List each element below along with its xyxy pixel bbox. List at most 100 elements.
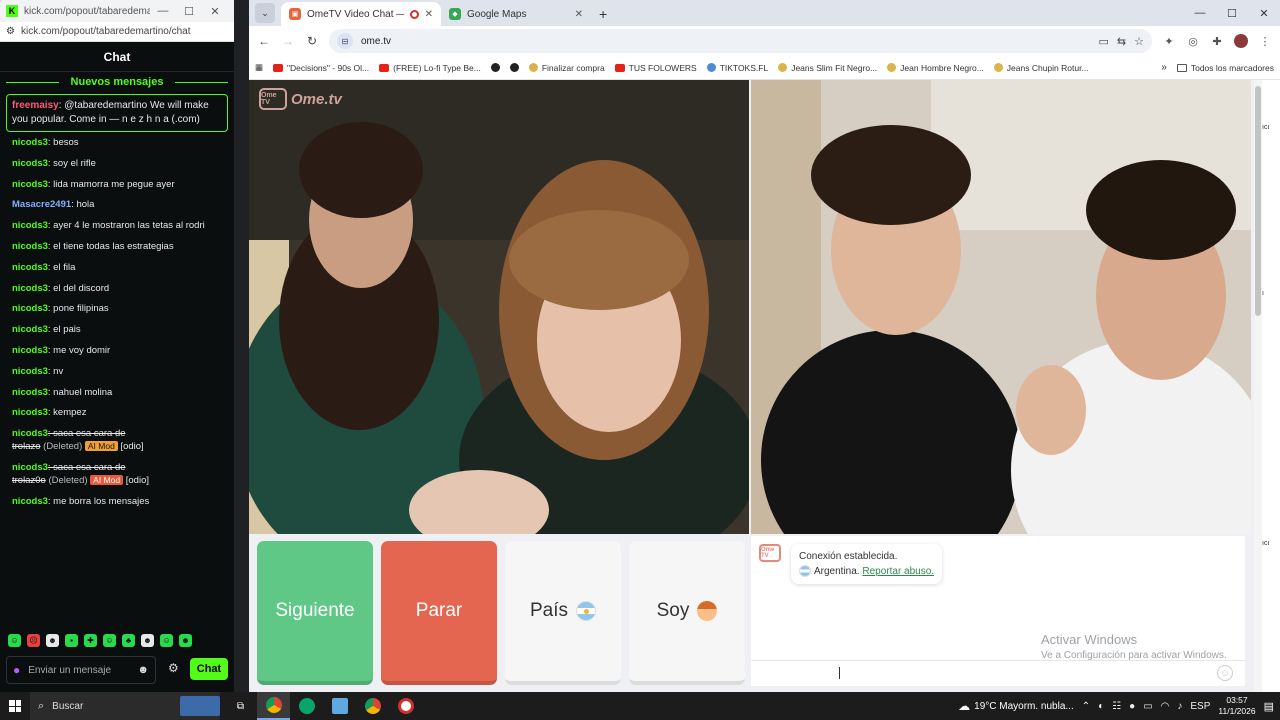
new-messages-divider[interactable]: Nuevos mensajes <box>0 72 234 92</box>
emote-icon[interactable]: ▪ <box>65 634 78 647</box>
maximize-button[interactable]: ☐ <box>176 5 202 18</box>
taskbar-app-recorder[interactable] <box>389 692 422 720</box>
pinned-user[interactable]: freemaisy <box>12 100 59 111</box>
close-tab-icon[interactable]: ✕ <box>425 9 433 20</box>
address-url[interactable]: ome.tv <box>361 36 1091 47</box>
bookmark-item[interactable] <box>509 63 519 72</box>
page-scrollbar[interactable] <box>1254 80 1262 692</box>
emote-icon[interactable]: ☺ <box>160 634 173 647</box>
microphone-icon[interactable]: ● <box>1129 701 1135 712</box>
bookmark-item[interactable]: TUS FOLOWERS <box>614 63 697 73</box>
chat-username[interactable]: nicods3 <box>12 387 48 398</box>
translate-icon[interactable]: ⇆ <box>1117 35 1126 48</box>
weather-widget[interactable]: ☁ 19°C Mayorm. nubla... <box>958 699 1074 713</box>
taskbar-app-notes[interactable] <box>323 692 356 720</box>
chat-username[interactable]: nicods3 <box>12 220 48 231</box>
bookmark-item[interactable]: Jeans Slim Fit Negro... <box>778 63 877 73</box>
maximize-button[interactable]: ☐ <box>1216 7 1248 20</box>
all-bookmarks-button[interactable]: Todos los marcadores <box>1176 63 1274 73</box>
wifi-icon[interactable]: ◠ <box>1161 701 1170 712</box>
chat-composer[interactable]: ● Enviar un mensaje ☻ <box>6 656 156 684</box>
microphone-icon[interactable]: ● <box>13 663 20 677</box>
chat-username[interactable]: nicods3 <box>12 324 48 335</box>
start-button[interactable] <box>0 700 30 712</box>
emoji-picker-icon[interactable]: ☻ <box>137 664 149 676</box>
taskbar-app-chrome-2[interactable] <box>356 692 389 720</box>
chat-input[interactable]: ☺ <box>751 660 1245 686</box>
emote-icon[interactable]: ☹ <box>27 634 40 647</box>
chat-username[interactable]: nicods3 <box>12 407 48 418</box>
battery-icon[interactable]: ▭ <box>1143 701 1152 712</box>
notifications-icon[interactable]: ▤ <box>1264 700 1274 713</box>
stop-button[interactable]: Parar <box>381 541 497 685</box>
chat-username[interactable]: Masacre2491 <box>12 199 71 210</box>
kick-url-bar[interactable]: ⚙ kick.com/popout/tabaredemartino/chat <box>0 22 234 42</box>
chat-username[interactable]: nicods3 <box>12 303 48 314</box>
bookmark-item[interactable] <box>490 63 500 72</box>
taskbar-app-clock[interactable] <box>290 692 323 720</box>
bookmark-item[interactable]: Finalizar compra <box>528 63 605 73</box>
apps-grid-icon[interactable]: ▦ <box>255 62 263 73</box>
cast-icon[interactable]: ▭ <box>1099 35 1109 48</box>
volume-icon[interactable]: ♪ <box>1177 701 1182 712</box>
chat-username[interactable]: nicods3 <box>12 283 48 294</box>
reload-icon[interactable]: ↻ <box>305 34 319 48</box>
chat-username[interactable]: nicods3 <box>12 428 48 439</box>
chat-username[interactable]: nicods3 <box>12 137 48 148</box>
chat-username[interactable]: nicods3 <box>12 462 48 473</box>
emote-icon[interactable]: ♣ <box>122 634 135 647</box>
emote-icon[interactable]: ☺ <box>8 634 21 647</box>
message-input[interactable]: Enviar un mensaje <box>28 665 129 676</box>
new-tab-button[interactable]: + <box>599 6 607 22</box>
chat-username[interactable]: nicods3 <box>12 241 48 252</box>
bookmark-item[interactable]: Jean Hombre Negro... <box>887 63 984 73</box>
more-bookmarks-icon[interactable]: » <box>1161 62 1167 73</box>
emoji-icon[interactable]: ☺ <box>1217 665 1233 681</box>
language-indicator[interactable]: ESP <box>1190 701 1210 712</box>
emote-icon[interactable]: ☻ <box>141 634 154 647</box>
chat-settings-icon[interactable]: ⚙ <box>168 661 179 675</box>
extension-metamask-icon[interactable]: ✦ <box>1162 35 1176 48</box>
close-button[interactable]: ✕ <box>202 5 228 18</box>
task-view-button[interactable]: ⧉ <box>224 692 257 720</box>
tab-google-maps[interactable]: ◆ Google Maps ✕ <box>441 2 591 26</box>
taskbar-search[interactable]: ⌕ Buscar <box>30 692 220 720</box>
minimize-button[interactable]: — <box>1184 7 1216 19</box>
minimize-button[interactable]: — <box>150 5 176 17</box>
site-info-icon[interactable]: ⊟ <box>337 33 353 49</box>
emote-icon[interactable]: ☻ <box>46 634 59 647</box>
extension-icon[interactable]: ◎ <box>1186 35 1200 48</box>
tray-app-icon[interactable]: ◐ <box>1098 701 1104 712</box>
next-button[interactable]: Siguiente <box>257 541 373 685</box>
scrollbar-thumb[interactable] <box>1255 86 1261 316</box>
network-icon[interactable]: ☷ <box>1112 701 1121 712</box>
chat-username[interactable]: nicods3 <box>12 179 48 190</box>
forward-icon[interactable]: → <box>281 34 295 48</box>
menu-kebab-icon[interactable]: ⋮ <box>1258 35 1272 48</box>
emote-icon[interactable]: ☺ <box>103 634 116 647</box>
bookmark-item[interactable]: Jeans Chupin Rotur... <box>993 63 1089 73</box>
bookmark-item[interactable]: TIKTOKS.FL <box>706 63 768 73</box>
site-settings-icon[interactable]: ⚙ <box>6 26 15 37</box>
taskbar-app-chrome[interactable] <box>257 692 290 720</box>
chat-username[interactable]: nicods3 <box>12 158 48 169</box>
close-tab-icon[interactable]: ✕ <box>575 9 583 20</box>
emote-icon[interactable]: ☻ <box>179 634 192 647</box>
chat-username[interactable]: nicods3 <box>12 366 48 377</box>
bookmark-star-icon[interactable]: ☆ <box>1134 35 1144 48</box>
chat-username[interactable]: nicods3 <box>12 345 48 356</box>
show-hidden-icons-icon[interactable]: ⌃ <box>1082 701 1090 712</box>
send-chat-button[interactable]: Chat <box>190 658 228 680</box>
tab-search-icon[interactable]: ⌄ <box>255 3 275 23</box>
chat-username[interactable]: nicods3 <box>12 262 48 273</box>
taskbar-clock[interactable]: 03:57 11/1/2026 <box>1218 695 1255 717</box>
back-icon[interactable]: ← <box>257 34 271 48</box>
country-button[interactable]: País <box>505 541 621 685</box>
tab-ometv[interactable]: ▣ OmeTV Video Chat — Ome ✕ <box>281 2 441 26</box>
bookmark-item[interactable]: "Decisions" - 90s Ol... <box>273 63 369 73</box>
gender-button[interactable]: Soy <box>629 541 745 685</box>
bookmark-item[interactable]: (FREE) Lo-fi Type Be... <box>379 63 481 73</box>
profile-avatar[interactable] <box>1234 34 1248 48</box>
chat-username[interactable]: nicods3 <box>12 496 48 507</box>
emote-icon[interactable]: ✚ <box>84 634 97 647</box>
